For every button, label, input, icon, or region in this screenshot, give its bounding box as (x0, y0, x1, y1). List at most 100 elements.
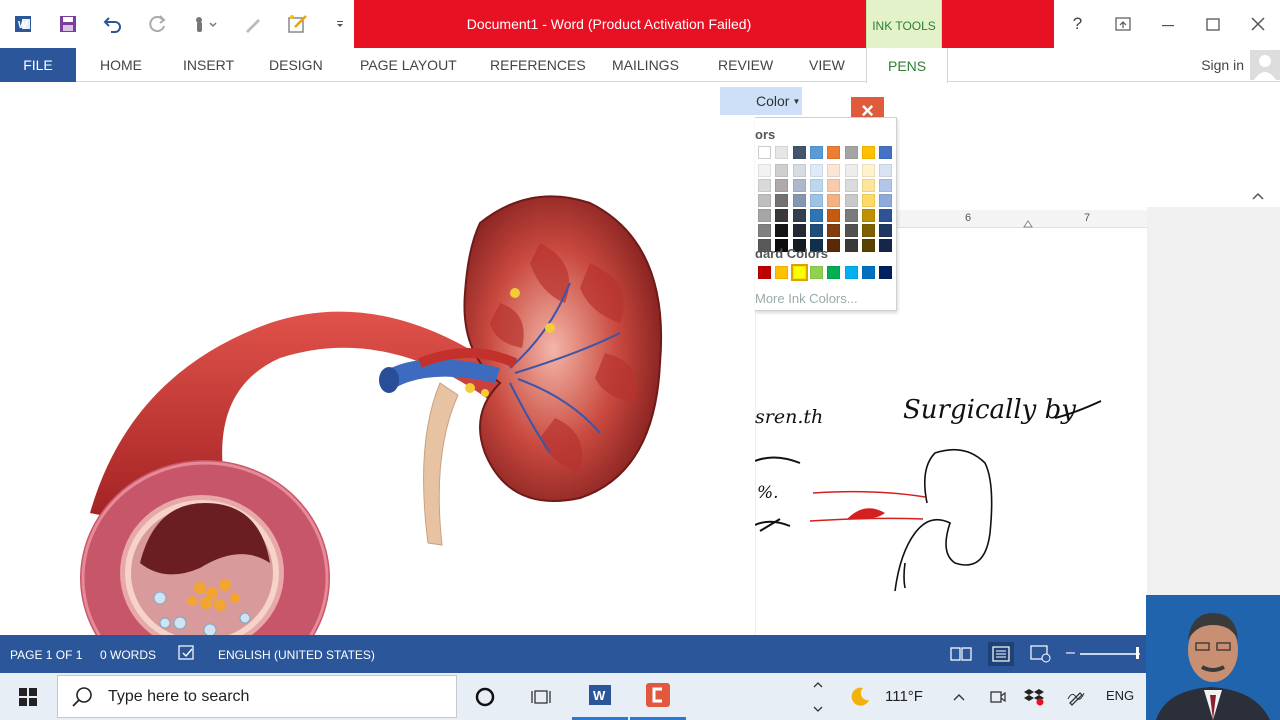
redo-icon[interactable] (135, 0, 180, 48)
weather-moon-icon[interactable] (835, 673, 885, 720)
theme-shade-swatch[interactable] (827, 224, 841, 237)
tab-review[interactable]: REVIEW (718, 48, 773, 82)
theme-shade-swatch[interactable] (758, 209, 771, 222)
theme-shade-swatch[interactable] (792, 194, 806, 207)
word-count[interactable]: 0 WORDS (100, 648, 156, 662)
pen-workspace-icon[interactable] (1062, 673, 1090, 720)
theme-shade-swatch[interactable] (827, 209, 841, 222)
theme-shade-swatch[interactable] (861, 224, 875, 237)
theme-color-swatch[interactable] (879, 146, 893, 159)
theme-shade-swatch[interactable] (844, 164, 858, 177)
web-layout-icon[interactable] (1028, 642, 1054, 666)
tab-file[interactable]: FILE (0, 48, 76, 82)
theme-shade-swatch[interactable] (879, 239, 893, 252)
language-indicator[interactable]: ENGLISH (UNITED STATES) (218, 648, 375, 662)
meet-now-icon[interactable] (984, 673, 1012, 720)
theme-shade-swatch[interactable] (896, 239, 897, 252)
help-button[interactable]: ? (1055, 0, 1100, 48)
theme-shade-swatch[interactable] (844, 209, 858, 222)
tab-home[interactable]: HOME (100, 48, 142, 82)
theme-shade-swatch[interactable] (792, 209, 806, 222)
temperature[interactable]: 111°F (885, 688, 923, 705)
theme-shade-swatch[interactable] (844, 239, 858, 252)
page-count[interactable]: PAGE 1 OF 1 (10, 648, 82, 662)
tab-mailings[interactable]: MAILINGS (612, 48, 679, 82)
close-button[interactable] (1235, 0, 1280, 48)
ink-color-label[interactable]: Color (756, 93, 789, 109)
read-mode-icon[interactable] (948, 642, 974, 666)
theme-shade-swatch[interactable] (758, 194, 771, 207)
theme-shade-swatch[interactable] (879, 164, 893, 177)
horizontal-ruler[interactable]: 6 7 (897, 210, 1147, 228)
standard-color-swatch[interactable] (861, 266, 875, 279)
tab-design[interactable]: DESIGN (269, 48, 323, 82)
theme-shade-swatch[interactable] (827, 239, 841, 252)
standard-color-swatch[interactable] (896, 266, 897, 279)
camtasia-icon[interactable] (630, 673, 686, 720)
theme-shade-swatch[interactable] (809, 209, 823, 222)
pen-icon[interactable] (230, 0, 275, 48)
standard-color-swatch[interactable] (844, 266, 858, 279)
more-ink-colors-link[interactable]: More Ink Colors... (755, 291, 858, 306)
zoom-slider[interactable] (1080, 653, 1140, 655)
chevron-up-icon[interactable] (945, 673, 973, 720)
cortana-icon[interactable] (457, 673, 513, 720)
theme-shade-swatch[interactable] (861, 209, 875, 222)
maximize-button[interactable] (1190, 0, 1235, 48)
theme-shade-swatch[interactable] (775, 194, 789, 207)
tab-view[interactable]: VIEW (809, 48, 845, 82)
theme-color-swatch[interactable] (775, 146, 789, 159)
theme-shade-swatch[interactable] (896, 179, 897, 192)
theme-shade-swatch[interactable] (775, 209, 789, 222)
theme-shade-swatch[interactable] (792, 224, 806, 237)
theme-shade-swatch[interactable] (896, 209, 897, 222)
search-placeholder[interactable]: Type here to search (108, 688, 249, 706)
theme-shade-swatch[interactable] (809, 164, 823, 177)
collapse-ribbon-icon[interactable] (1252, 187, 1264, 205)
print-layout-icon[interactable] (988, 642, 1014, 666)
dropbox-icon[interactable] (1020, 673, 1048, 720)
zoom-slider-thumb[interactable] (1136, 647, 1139, 659)
draw-icon[interactable] (275, 0, 320, 48)
tab-references[interactable]: REFERENCES (490, 48, 586, 82)
theme-shade-swatch[interactable] (792, 179, 806, 192)
theme-shade-swatch[interactable] (809, 194, 823, 207)
theme-shade-swatch[interactable] (879, 209, 893, 222)
windows-start-icon[interactable] (0, 673, 56, 720)
undo-icon[interactable] (90, 0, 135, 48)
ribbon-display-options-icon[interactable] (1100, 0, 1145, 48)
theme-shade-swatch[interactable] (861, 164, 875, 177)
theme-shade-swatch[interactable] (879, 179, 893, 192)
minimize-button[interactable] (1145, 0, 1190, 48)
theme-shade-swatch[interactable] (827, 179, 841, 192)
indent-marker-icon[interactable] (1023, 218, 1033, 228)
theme-color-swatch[interactable] (827, 146, 841, 159)
standard-color-swatch[interactable] (790, 264, 808, 281)
tab-insert[interactable]: INSERT (183, 48, 234, 82)
theme-shade-swatch[interactable] (775, 224, 789, 237)
sign-in[interactable]: Sign in (1201, 48, 1280, 82)
theme-color-swatch[interactable] (792, 146, 806, 159)
word-logo-icon[interactable]: W (0, 0, 45, 48)
taskbar-search[interactable]: Type here to search (57, 675, 457, 718)
theme-color-swatch[interactable] (758, 146, 771, 159)
theme-shade-swatch[interactable] (861, 239, 875, 252)
tab-pens[interactable]: PENS (866, 48, 949, 83)
theme-shade-swatch[interactable] (809, 179, 823, 192)
theme-shade-swatch[interactable] (758, 224, 771, 237)
taskbar-scroll-icon[interactable] (805, 673, 831, 720)
theme-shade-swatch[interactable] (758, 164, 771, 177)
theme-shade-swatch[interactable] (844, 194, 858, 207)
task-view-icon[interactable] (513, 673, 569, 720)
touch-mode-icon[interactable] (180, 0, 230, 48)
standard-color-swatch[interactable] (809, 266, 823, 279)
word-taskbar-icon[interactable]: W (572, 673, 628, 720)
theme-shade-swatch[interactable] (775, 164, 789, 177)
theme-shade-swatch[interactable] (827, 164, 841, 177)
theme-shade-swatch[interactable] (879, 224, 893, 237)
input-language[interactable]: ENG (1106, 688, 1134, 703)
theme-shade-swatch[interactable] (844, 179, 858, 192)
standard-color-swatch[interactable] (827, 266, 841, 279)
theme-shade-swatch[interactable] (879, 194, 893, 207)
zoom-out-icon[interactable]: – (1066, 644, 1075, 662)
